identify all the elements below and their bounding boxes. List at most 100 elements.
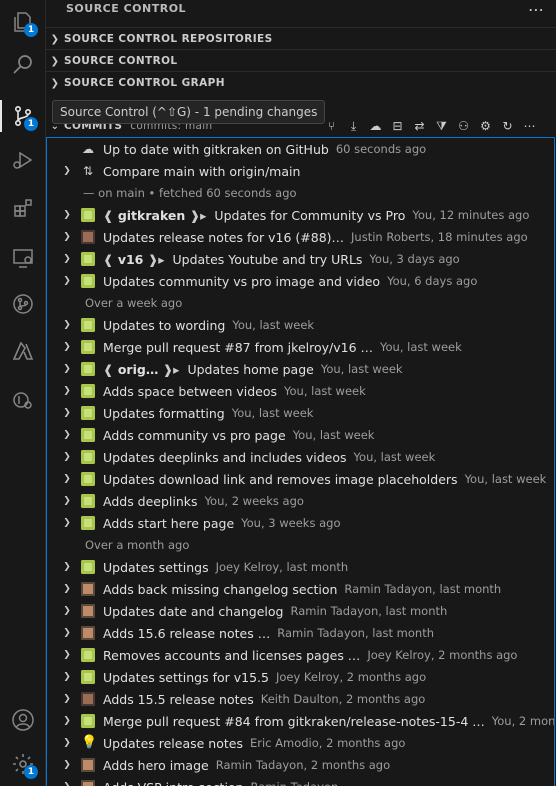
more-actions-icon[interactable]: ⋯ (520, 117, 539, 135)
commit-message: Adds community vs pro page (103, 427, 286, 443)
source-control-icon[interactable]: 1 (0, 94, 45, 138)
search-icon[interactable] (0, 42, 45, 86)
gitlens-icon[interactable] (0, 282, 45, 326)
commit-message: Updates settings for v15.5 (103, 669, 269, 685)
inbox-icon[interactable]: ⊟ (388, 117, 407, 135)
filter-icon[interactable]: ⧩ (432, 117, 451, 135)
source-control-tooltip: Source Control (^⇧G) - 1 pending changes (52, 100, 326, 124)
commit-message: Updates release notes for v16 (#88)… (103, 229, 345, 245)
commit-meta: Ramin Tadayon, 2 months ago (215, 758, 391, 772)
commit-row[interactable]: ❯ ❰ v16 ❱▸ Updates Youtube and try URLs You… (47, 248, 554, 270)
chevron-right-icon: ❯ (63, 276, 71, 286)
commit-row[interactable]: ❯ Updates to wording You, last week (47, 314, 554, 336)
commit-meta: You, last week (231, 406, 314, 420)
commit-message: Updates release notes (103, 735, 243, 751)
commit-row[interactable]: ❯ ❰ gitkraken ❱▸ Updates for Community vs … (47, 204, 554, 226)
commit-meta: Ramin Tadayon, last month (344, 582, 502, 596)
chevron-right-icon: ❯ (63, 430, 71, 440)
avatar (81, 582, 95, 596)
commit-row[interactable]: ❯ Updates release notes for v16 (#88)… Jus… (47, 226, 554, 248)
commit-row[interactable]: ❯ Updates settings Joey Kelroy, last month (47, 556, 554, 578)
settings-icon[interactable]: ⚙ (476, 117, 495, 135)
commit-message: Updates deeplinks and includes videos (103, 449, 347, 465)
commit-row[interactable]: ❯ Updates download link and removes image… (47, 468, 554, 490)
commit-row[interactable]: ❯ Adds 15.6 release notes … Ramin Tadayon,… (47, 622, 554, 644)
contributors-icon[interactable]: ⚇ (454, 117, 473, 135)
status-row[interactable]: ☁ Up to date with gitkraken on GitHub 60… (47, 138, 554, 160)
commits-list: ☁ Up to date with gitkraken on GitHub 60… (46, 137, 555, 786)
azure-icon[interactable] (0, 330, 45, 374)
commit-row[interactable]: ❯ Updates settings for v15.5 Joey Kelroy, … (47, 666, 554, 688)
chevron-right-icon: ❯ (63, 166, 71, 176)
branch-tag: ❰ v16 ❱▸ (103, 251, 165, 267)
avatar (81, 274, 95, 288)
chevron-right-icon: ❯ (63, 254, 71, 264)
gitlens-inspect-icon[interactable] (0, 378, 45, 422)
commit-row[interactable]: ❯ Adds back missing changelog section Rami… (47, 578, 554, 600)
commit-meta: Joey Kelroy, 2 months ago (275, 670, 427, 684)
commit-row[interactable]: ❯ Updates formatting You, last week (47, 402, 554, 424)
commit-meta: You, 6 days ago (387, 274, 478, 288)
cloud-icon[interactable]: ☁ (366, 117, 385, 135)
commit-row[interactable]: ❯ Adds 15.5 release notes Keith Daulton, 2… (47, 688, 554, 710)
status-meta: 60 seconds ago (335, 142, 427, 156)
commit-row[interactable]: ❯ Adds space between videos You, last week (47, 380, 554, 402)
commit-meta: Ramin Tadayon, last month (277, 626, 435, 640)
commit-message: Merge pull request #84 from gitkraken/re… (103, 713, 485, 729)
avatar (81, 780, 95, 786)
commit-row[interactable]: ❯ Updates community vs pro image and vide… (47, 270, 554, 292)
commit-message: Adds start here page (103, 515, 235, 531)
commits-toolbar: ⑂ ⤓ ☁ ⊟ ⇄ ⧩ ⚇ ⚙ ↻ ⋯ (322, 117, 539, 135)
section-scm[interactable]: ❯ SOURCE CONTROL (46, 49, 556, 72)
commit-row[interactable]: ❯ Adds hero image Ramin Tadayon, 2 months … (47, 754, 554, 776)
commit-meta: Ramin Tadayon, last month (290, 604, 448, 618)
avatar (81, 252, 95, 266)
section-scm-graph[interactable]: ❯ SOURCE CONTROL GRAPH (46, 71, 556, 94)
commit-row[interactable]: ❯ ❰ orig… ❱▸ Updates home page You, last we… (47, 358, 554, 380)
manage-gear-icon[interactable]: 1 (0, 742, 45, 786)
extensions-icon[interactable] (0, 186, 45, 230)
commit-message: Adds back missing changelog section (103, 581, 338, 597)
chevron-right-icon: ❯ (63, 342, 71, 352)
avatar (81, 714, 95, 728)
remote-explorer-icon[interactable] (0, 236, 45, 280)
commit-row[interactable]: ❯ Adds community vs pro page You, last wee… (47, 424, 554, 446)
fetched-text: — on main • fetched 60 seconds ago (83, 186, 297, 200)
accounts-icon[interactable] (0, 698, 45, 742)
chevron-right-icon: ❯ (63, 320, 71, 330)
section-scm-repositories[interactable]: ❯ SOURCE CONTROL REPOSITORIES (46, 27, 556, 50)
chevron-right-icon: ❯ (63, 232, 71, 242)
compare-row[interactable]: ❯ ⇅ Compare main with origin/main (47, 160, 554, 182)
chevron-right-icon: ❯ (63, 562, 71, 572)
commit-meta: You, 3 days ago (369, 252, 460, 266)
refresh-icon[interactable]: ↻ (498, 117, 517, 135)
commit-row[interactable]: ❯ Updates deeplinks and includes videos Yo… (47, 446, 554, 468)
fetch-icon[interactable]: ⤓ (344, 117, 363, 135)
commit-meta: You, 2 mon (491, 714, 554, 728)
compare-icon: ⇅ (82, 164, 94, 178)
commit-row[interactable]: ❯ Merge pull request #84 from gitkraken/r… (47, 710, 554, 732)
avatar (81, 362, 95, 376)
commit-row[interactable]: ❯ Adds VSP intro section Ramin Tadayon (47, 776, 554, 786)
commit-message: Adds VSP intro section (103, 780, 244, 786)
chevron-right-icon: ❯ (63, 694, 71, 704)
avatar (81, 406, 95, 420)
chevron-right-icon: ❯ (63, 628, 71, 638)
commit-meta: You, last week (353, 450, 436, 464)
avatar (81, 340, 95, 354)
commit-row[interactable]: ❯ Adds deeplinks You, 2 weeks ago (47, 490, 554, 512)
more-actions-icon[interactable]: ⋯ (528, 0, 544, 19)
commit-meta: Joey Kelroy, last month (215, 560, 349, 574)
chevron-right-icon: ❯ (63, 606, 71, 616)
explorer-icon[interactable]: 1 (0, 0, 45, 44)
commit-meta: Eric Amodio, 2 months ago (249, 736, 406, 750)
compare-icon[interactable]: ⇄ (410, 117, 429, 135)
commit-row[interactable]: ❯ Merge pull request #87 from jkelroy/v16… (47, 336, 554, 358)
avatar (81, 516, 95, 530)
commit-meta: You, last week (380, 340, 462, 354)
commit-row[interactable]: ❯ 💡 Updates release notes Eric Amodio, 2 mo… (47, 732, 554, 754)
commit-row[interactable]: ❯ Removes accounts and licenses pages … Jo… (47, 644, 554, 666)
commit-row[interactable]: ❯ Adds start here page You, 3 weeks ago (47, 512, 554, 534)
run-debug-icon[interactable] (0, 138, 45, 182)
commit-row[interactable]: ❯ Updates date and changelog Ramin Tadayon… (47, 600, 554, 622)
